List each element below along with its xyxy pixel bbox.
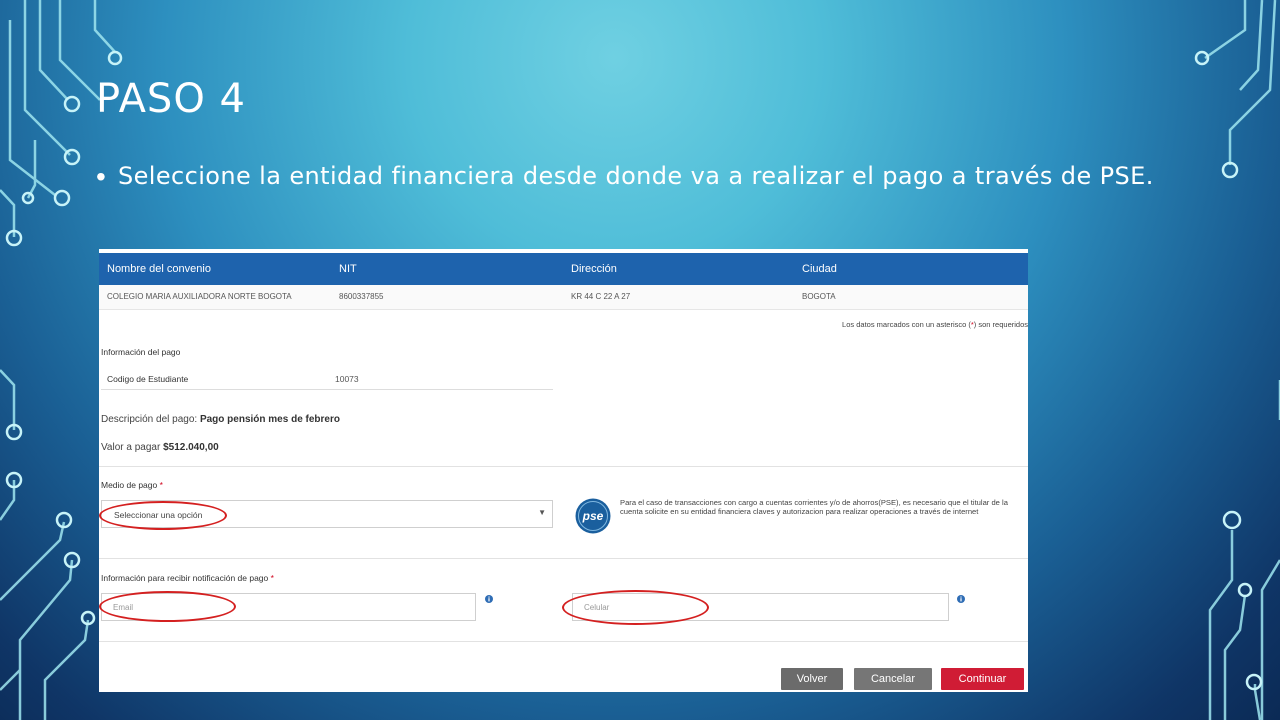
description-value: Pago pensión mes de febrero <box>199 414 340 425</box>
notification-asterisk: * <box>270 573 274 583</box>
student-code-label: Codigo de Estudiante <box>107 374 189 384</box>
header-address: Dirección <box>571 263 617 275</box>
required-fields-note: Los datos marcados con un asterisco (*) … <box>842 320 1028 329</box>
payment-form-screenshot: Nombre del convenio NIT Dirección Ciudad… <box>99 249 1028 692</box>
cell-address: KR 44 C 22 A 27 <box>571 292 631 301</box>
divider <box>99 558 1028 559</box>
payment-method-label: Medio de pago <box>101 480 158 490</box>
bullet-point: • Seleccione la entidad financiera desde… <box>96 154 1176 198</box>
info-icon[interactable] <box>957 595 965 603</box>
highlight-oval <box>562 590 709 625</box>
divider <box>99 641 1028 642</box>
pse-info-text: Para el caso de transacciones con cargo … <box>620 498 1008 517</box>
back-button[interactable]: Volver <box>781 668 843 690</box>
required-note-text-end: ) son requeridos <box>973 320 1028 329</box>
payment-amount: Valor a pagar $512.040,00 <box>101 442 219 453</box>
highlight-oval <box>99 591 236 622</box>
payment-method-title: Medio de pago * <box>101 480 163 490</box>
cell-city: BOGOTA <box>802 292 836 301</box>
cancel-button[interactable]: Cancelar <box>854 668 932 690</box>
pse-logo-text: pse <box>582 509 604 523</box>
cell-nit: 8600337855 <box>339 292 384 301</box>
amount-label: Valor a pagar <box>101 442 161 453</box>
student-code-row: Codigo de Estudiante 10073 <box>101 368 553 390</box>
header-nit: NIT <box>339 263 357 275</box>
continue-button[interactable]: Continuar <box>941 668 1024 690</box>
chevron-down-icon: ▼ <box>538 508 546 517</box>
description-label: Descripción del pago: <box>101 414 198 425</box>
header-city: Ciudad <box>802 263 837 275</box>
amount-value: $512.040,00 <box>163 442 219 453</box>
cell-agreement-name: COLEGIO MARIA AUXILIADORA NORTE BOGOTA <box>107 292 292 301</box>
bullet-dot-icon: • <box>96 161 106 192</box>
bullet-text: Seleccione la entidad financiera desde d… <box>118 162 1154 190</box>
pse-logo: pse <box>575 498 611 534</box>
header-agreement-name: Nombre del convenio <box>107 263 211 275</box>
notification-title: Información para recibir notificación de… <box>101 573 274 583</box>
highlight-oval <box>99 501 227 530</box>
table-row: COLEGIO MARIA AUXILIADORA NORTE BOGOTA 8… <box>99 285 1028 310</box>
divider <box>99 466 1028 467</box>
payment-description: Descripción del pago: Pago pensión mes d… <box>101 414 340 425</box>
payment-info-title: Información del pago <box>101 347 181 357</box>
notification-label: Información para recibir notificación de… <box>101 573 269 583</box>
agreement-table-header: Nombre del convenio NIT Dirección Ciudad <box>99 253 1028 285</box>
payment-method-asterisk: * <box>159 480 163 490</box>
slide-title: PASO 4 <box>96 76 246 122</box>
student-code-value: 10073 <box>335 374 359 384</box>
required-note-text: Los datos marcados con un asterisco ( <box>842 320 971 329</box>
info-icon[interactable] <box>485 595 493 603</box>
